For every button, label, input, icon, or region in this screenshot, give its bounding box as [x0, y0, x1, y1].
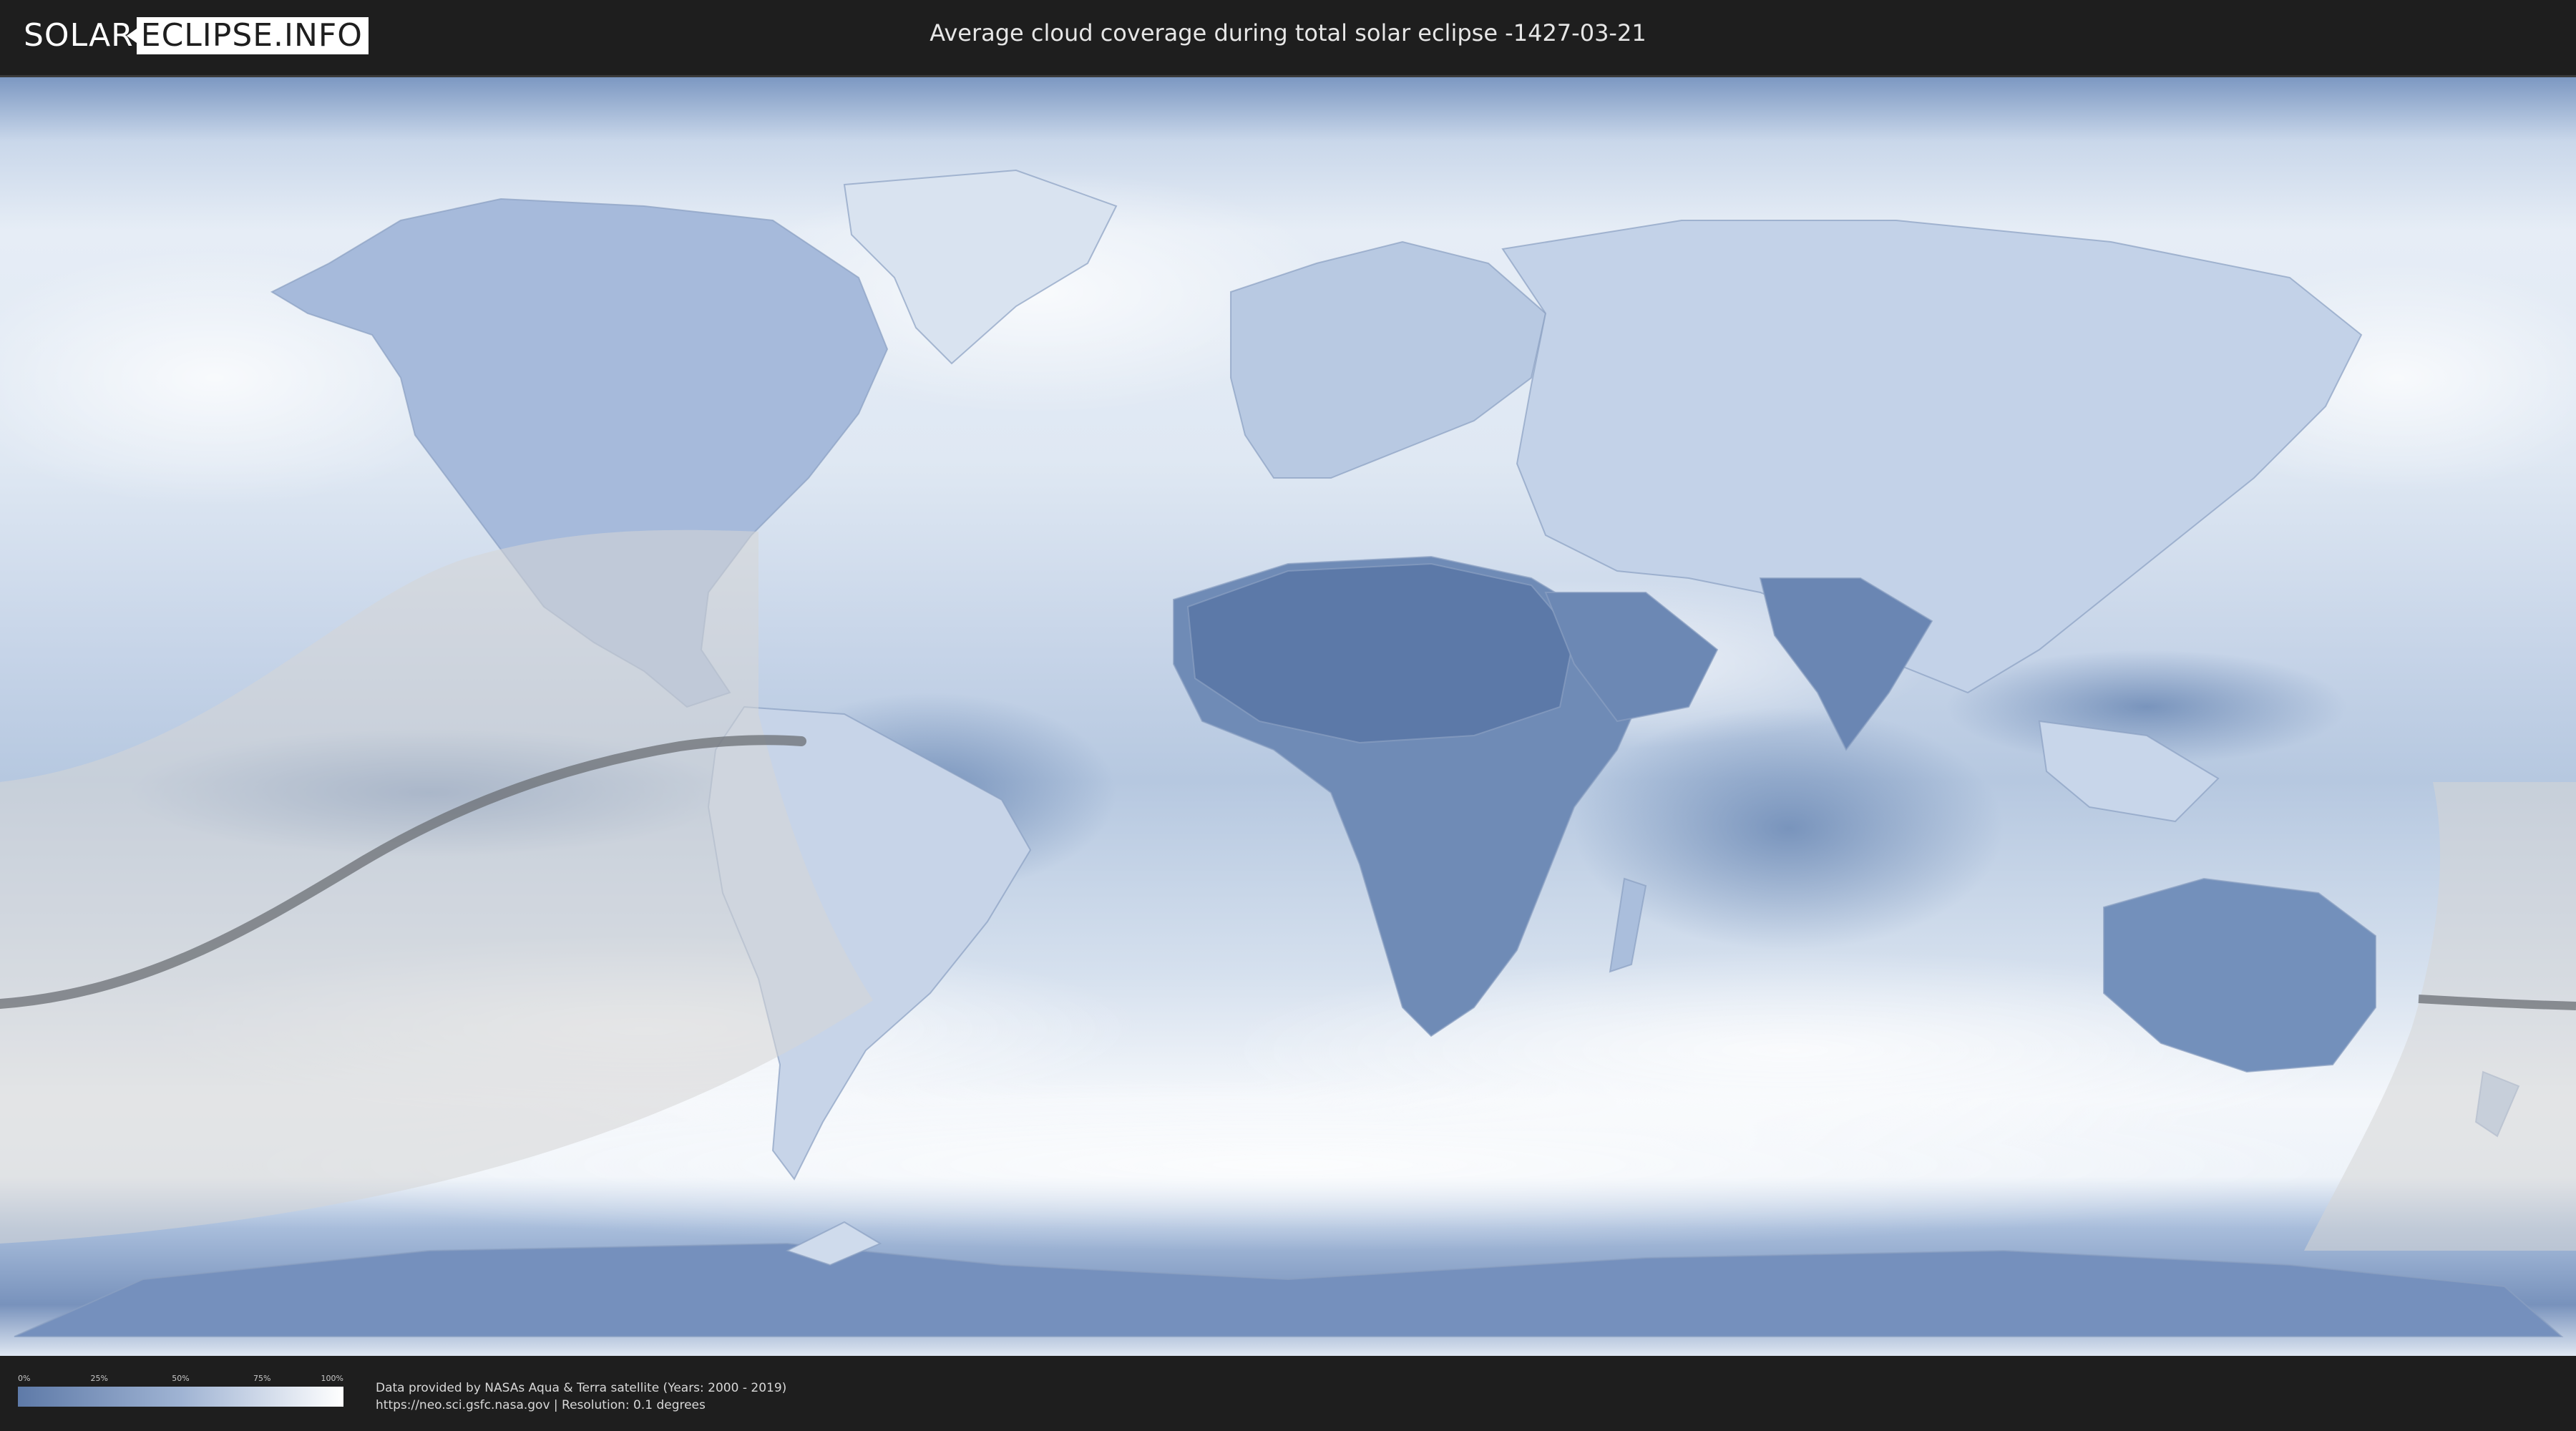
header-bar: SOLAR ECLIPSE.INFO Average cloud coverag…: [0, 0, 2576, 72]
legend-tick-0: 0%: [18, 1374, 31, 1383]
cloud-coverage-map[interactable]: [0, 75, 2576, 1356]
legend-tick-100: 100%: [321, 1374, 343, 1383]
legend-tick-50: 50%: [172, 1374, 190, 1383]
cloud-coverage-legend: 0% 25% 50% 75% 100%: [18, 1374, 343, 1407]
world-map-svg: [0, 77, 2576, 1356]
data-url-resolution-text: https://neo.sci.gsfc.nasa.gov | Resoluti…: [376, 1398, 706, 1412]
legend-tick-25: 25%: [90, 1374, 108, 1383]
data-source-text: Data provided by NASAs Aqua & Terra sate…: [376, 1381, 787, 1395]
legend-ticks: 0% 25% 50% 75% 100%: [18, 1374, 343, 1384]
page-title: Average cloud coverage during total sola…: [930, 19, 1646, 47]
data-credits: Data provided by NASAs Aqua & Terra sate…: [376, 1379, 786, 1414]
legend-gradient-bar: [18, 1387, 343, 1407]
footer-bar: 0% 25% 50% 75% 100% Data provided by NAS…: [0, 1358, 2576, 1431]
legend-tick-75: 75%: [253, 1374, 271, 1383]
